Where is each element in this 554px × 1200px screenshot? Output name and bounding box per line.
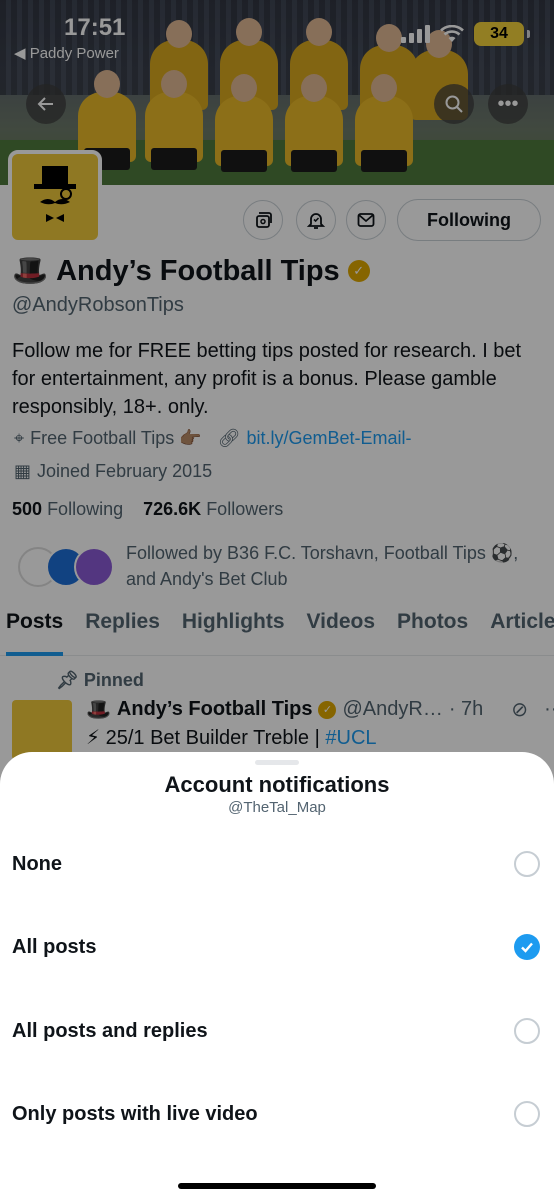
sheet-grabber[interactable] [255, 760, 299, 765]
option-label: All posts and replies [12, 1019, 208, 1042]
radio-unchecked-icon[interactable] [514, 1018, 540, 1044]
option-all-posts-and-replies[interactable]: All posts and replies [0, 989, 554, 1073]
radio-unchecked-icon[interactable] [514, 1101, 540, 1127]
option-label: All posts [12, 935, 97, 958]
checkmark-icon [521, 942, 533, 953]
home-indicator[interactable] [178, 1183, 376, 1189]
sheet-subtitle: @TheTal_Map [228, 799, 326, 816]
sheet-title: Account notifications [164, 772, 390, 797]
option-label: None [12, 852, 62, 875]
radio-checked-icon[interactable] [514, 934, 540, 960]
option-none[interactable]: None [0, 822, 554, 906]
option-all-posts[interactable]: All posts [0, 905, 554, 989]
option-label: Only posts with live video [12, 1102, 258, 1125]
account-notifications-sheet: Account notifications @TheTal_Map None A… [0, 752, 554, 1200]
radio-unchecked-icon[interactable] [514, 851, 540, 877]
option-live-video[interactable]: Only posts with live video [0, 1072, 554, 1156]
